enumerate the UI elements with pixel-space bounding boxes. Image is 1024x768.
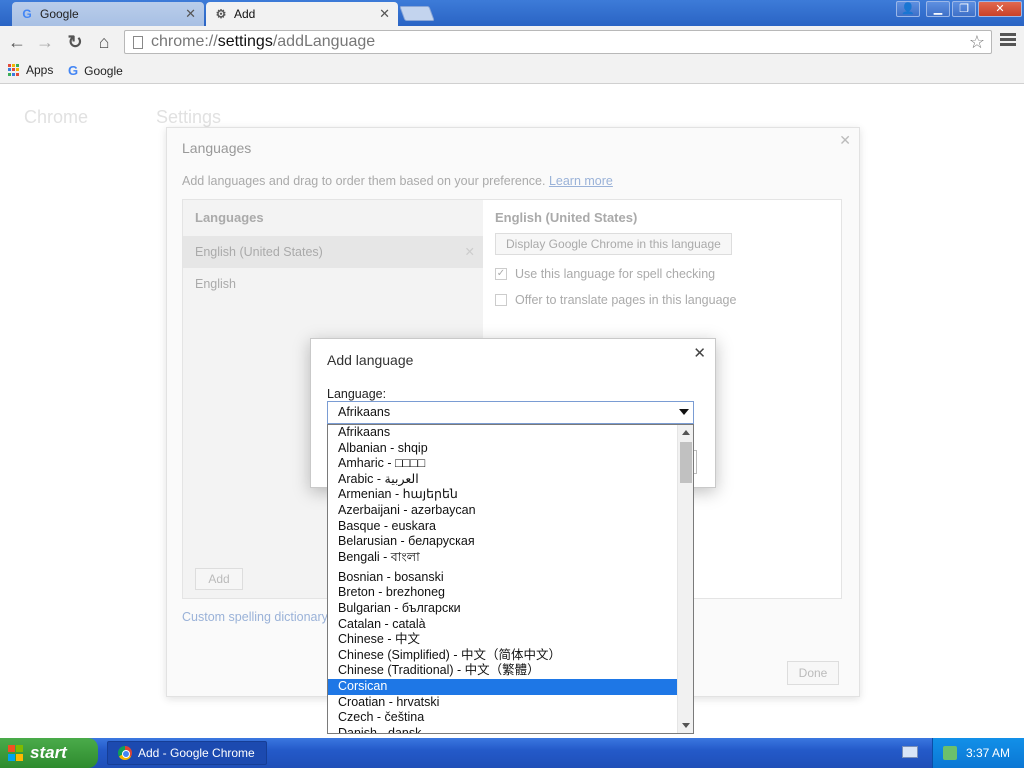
- reload-icon[interactable]: ↻: [64, 31, 86, 53]
- restore-button[interactable]: ❐: [952, 1, 976, 17]
- language-option[interactable]: Amharic - □□□□: [328, 456, 678, 472]
- taskbar-item-chrome[interactable]: Add - Google Chrome: [107, 741, 267, 765]
- learn-more-link[interactable]: Learn more: [549, 174, 613, 188]
- bookmarks-bar: Apps G Google: [0, 58, 1024, 84]
- language-option[interactable]: Chinese (Traditional) - 中文（繁體）: [328, 663, 678, 679]
- language-option[interactable]: Afrikaans: [328, 425, 678, 441]
- close-tab-icon[interactable]: ✕: [379, 6, 390, 22]
- close-icon[interactable]: ✕: [693, 344, 706, 362]
- close-window-button[interactable]: ✕: [978, 1, 1022, 17]
- language-settings: English (United States) Display Google C…: [495, 210, 835, 307]
- browser-toolbar: ← → ↻ ⌂ chrome://settings/addLanguage ☆: [0, 26, 1024, 58]
- start-label: start: [30, 743, 67, 762]
- spell-check-option[interactable]: ✓ Use this language for spell checking: [495, 267, 835, 281]
- taskbar-item-label: Add - Google Chrome: [138, 746, 255, 760]
- language-option[interactable]: Croatian - hrvatski: [328, 695, 678, 711]
- windows-logo-icon: [8, 745, 24, 761]
- language-option[interactable]: Bengali - বাংলা: [328, 550, 678, 570]
- language-option[interactable]: Azerbaijani - azərbaycan: [328, 503, 678, 519]
- language-label: Language:: [327, 387, 387, 401]
- language-option[interactable]: Corsican: [328, 678, 678, 695]
- network-icon[interactable]: [943, 746, 957, 760]
- new-tab-button[interactable]: [399, 6, 435, 21]
- selected-language-header: English (United States): [495, 210, 638, 225]
- tab-add[interactable]: ⚙ Add ✕: [206, 2, 398, 26]
- address-bar[interactable]: chrome://settings/addLanguage ☆: [124, 30, 992, 54]
- language-option[interactable]: Albanian - shqip: [328, 441, 678, 457]
- close-icon[interactable]: ✕: [839, 132, 851, 149]
- url-host: settings: [217, 33, 273, 50]
- language-item[interactable]: English: [183, 268, 483, 300]
- description-text: Add languages and drag to order them bas…: [182, 174, 546, 188]
- url-path: /addLanguage: [272, 33, 376, 50]
- language-select[interactable]: Afrikaans: [327, 401, 694, 424]
- keyboard-icon[interactable]: [902, 746, 918, 758]
- start-button[interactable]: start: [0, 738, 98, 768]
- back-icon[interactable]: ←: [6, 31, 28, 53]
- google-g-icon: G: [68, 63, 79, 78]
- checkbox-checked[interactable]: ✓: [495, 268, 507, 280]
- custom-dictionary-link[interactable]: Custom spelling dictionary: [182, 610, 328, 624]
- bookmark-label: Google: [84, 63, 123, 78]
- language-dropdown-list[interactable]: Afrikaans Albanian - shqip Amharic - □□□□ A…: [327, 424, 694, 734]
- forward-icon[interactable]: →: [34, 31, 56, 53]
- bookmark-apps[interactable]: Apps: [8, 63, 53, 77]
- language-option[interactable]: Arabic - العربية: [328, 472, 678, 488]
- title-bar: G Google ✕ ⚙ Add ✕ 👤 ▁ ❐ ✕: [0, 0, 1024, 26]
- selected-language: Afrikaans: [338, 405, 391, 419]
- dropdown-options: Afrikaans Albanian - shqip Amharic - □□□□ A…: [328, 425, 678, 733]
- language-option[interactable]: Basque - euskara: [328, 519, 678, 535]
- chrome-menu-icon[interactable]: [1000, 33, 1016, 48]
- bookmark-star-icon[interactable]: ☆: [969, 32, 985, 53]
- bookmark-label: Apps: [26, 63, 54, 77]
- translate-option[interactable]: Offer to translate pages in this languag…: [495, 293, 835, 307]
- url-scheme: chrome://: [151, 33, 218, 50]
- home-icon[interactable]: ⌂: [93, 31, 115, 53]
- language-option[interactable]: Chinese - 中文: [328, 632, 678, 648]
- dialog-title: Languages: [182, 140, 252, 156]
- remove-icon[interactable]: ✕: [465, 244, 475, 259]
- language-option[interactable]: Armenian - հայերեն: [328, 487, 678, 503]
- language-option[interactable]: Czech - čeština: [328, 710, 678, 726]
- language-option[interactable]: Bulgarian - български: [328, 601, 678, 617]
- dialog-title: Add language: [327, 352, 414, 368]
- checkbox[interactable]: [495, 294, 507, 306]
- language-item[interactable]: English (United States) ✕: [183, 236, 483, 268]
- tab-title: Google: [40, 7, 79, 21]
- language-option[interactable]: Danish - dansk: [328, 726, 678, 733]
- scroll-up-icon[interactable]: [682, 430, 690, 435]
- bookmark-google[interactable]: G Google: [68, 63, 123, 78]
- dropdown-scrollbar[interactable]: [677, 425, 693, 733]
- clock: 3:37 AM: [965, 746, 1010, 760]
- gear-icon: ⚙: [215, 7, 227, 21]
- tab-google[interactable]: G Google ✕: [12, 2, 204, 26]
- languages-list-header: Languages: [195, 210, 264, 225]
- apps-grid-icon: [8, 64, 20, 76]
- system-tray: 3:37 AM: [932, 738, 1024, 768]
- scroll-down-icon[interactable]: [682, 723, 690, 728]
- language-option[interactable]: Catalan - català: [328, 617, 678, 633]
- add-language-button[interactable]: Add: [195, 568, 243, 590]
- display-language-button[interactable]: Display Google Chrome in this language: [495, 233, 732, 255]
- minimize-button[interactable]: ▁: [926, 1, 950, 17]
- done-button[interactable]: Done: [787, 661, 839, 685]
- language-option[interactable]: Chinese (Simplified) - 中文（简体中文）: [328, 648, 678, 664]
- google-g-icon: G: [22, 7, 32, 21]
- language-item-label: English: [195, 277, 236, 291]
- spell-check-label: Use this language for spell checking: [515, 267, 716, 281]
- close-tab-icon[interactable]: ✕: [185, 6, 196, 22]
- language-option[interactable]: Breton - brezhoneg: [328, 585, 678, 601]
- chevron-down-icon[interactable]: [679, 409, 689, 415]
- chrome-icon: [118, 746, 132, 760]
- page-icon: [133, 35, 143, 49]
- windows-taskbar: start Add - Google Chrome 3:37 AM: [0, 738, 1024, 768]
- language-option[interactable]: Belarusian - беларуская: [328, 534, 678, 550]
- translate-label: Offer to translate pages in this languag…: [515, 293, 737, 307]
- tab-title: Add: [234, 7, 256, 21]
- language-option[interactable]: Bosnian - bosanski: [328, 570, 678, 586]
- user-icon[interactable]: 👤: [896, 1, 920, 17]
- language-item-label: English (United States): [195, 245, 323, 259]
- scroll-thumb[interactable]: [680, 442, 692, 483]
- dialog-description: Add languages and drag to order them bas…: [182, 174, 613, 188]
